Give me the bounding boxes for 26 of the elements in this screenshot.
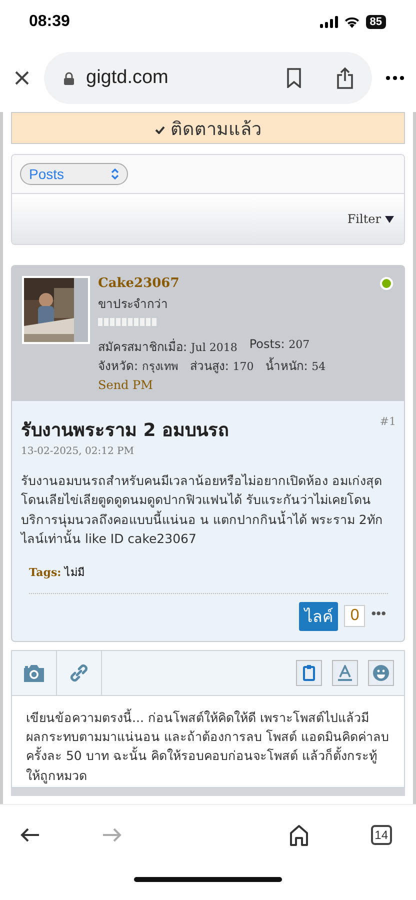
battery-level: 85 bbox=[366, 15, 386, 29]
following-button[interactable]: ติดตามแล้ว bbox=[11, 112, 405, 144]
user-stat: สมัครสมาชิกเมื่อ: Jul 2018 bbox=[98, 338, 238, 356]
user-stat: Posts: 207 bbox=[249, 337, 310, 353]
more-button[interactable]: ••• bbox=[371, 605, 386, 627]
tags-value: ไม่มี bbox=[64, 566, 85, 578]
user-rank: ขาประจำกว่า bbox=[98, 296, 169, 313]
posts-select[interactable]: Posts bbox=[20, 163, 128, 185]
send-pm-link[interactable]: Send PM bbox=[98, 378, 358, 392]
address-bar[interactable]: gigtd.com bbox=[44, 52, 372, 104]
tabs-button[interactable]: 14 bbox=[370, 825, 392, 845]
post-title: รับงานพระราม 2 อมบนรถ bbox=[21, 419, 230, 443]
like-count: 0 bbox=[344, 605, 366, 627]
post-text: รับงานอมบนรถสำหรับคนมีเวลาน้อยหรือไม่อยากเปิดห้อง อมเก่งสุด โดนเลียไข่เลียตูดดูดนมดูดปากฟิวแฟนได้ รับแระกันว่าไม่เคยโดน บริการนุ่มนวลถึงคอแบบนี้แน่นอ น แตกปากกินน้ำได้ พระราม 2ทักไลน์เท่านั้น like ID cake23067 bbox=[21, 472, 384, 548]
filter-button[interactable]: Filter bbox=[347, 210, 394, 228]
user-stat: น้ำหนัก: 54 bbox=[266, 356, 326, 375]
like-button[interactable]: ไลค์ bbox=[299, 602, 338, 630]
url-text: gigtd.com bbox=[86, 67, 170, 89]
status-time: 08:39 bbox=[29, 13, 70, 31]
user-stat: ส่วนสูง: 170 bbox=[190, 358, 254, 375]
username-link[interactable]: Cake23067 bbox=[98, 276, 358, 291]
post-number: #1 bbox=[380, 415, 396, 428]
tags-label: Tags: bbox=[29, 566, 62, 578]
post-date: 13-02-2025, 02:12 PM bbox=[21, 446, 135, 457]
message-field[interactable]: เขียนข้อความตรงนี้... ก่อนโพสต์ให้คิดให้ดี เพราะโพสต์ไปแล้วมีผลกระทบตามมาแน่นอน และถ้าต้องการลบ โพสต์ แอดมินคิดค่าลบครั้งละ 50 บาท ฉะนั้น คิดให้รอบคอบก่อนจะโพสต์ แล้วก็ตั้งกระทู้ให้ถูกหมวด bbox=[11, 696, 405, 788]
user-stat: จังหวัด: กรุงเทพ bbox=[98, 358, 178, 375]
